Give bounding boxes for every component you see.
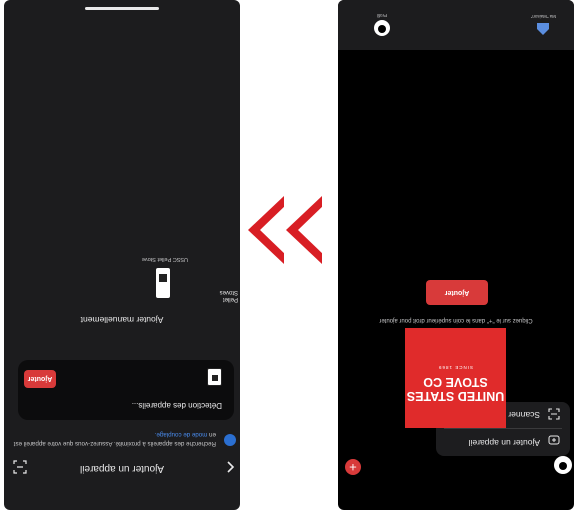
product-name[interactable]: USSC Pellet Stove <box>142 256 188 262</box>
detection-title: Détection des appareils... <box>131 401 222 410</box>
manual-add-title: Ajouter manuellement <box>80 315 164 325</box>
tab-label: Profil <box>376 13 387 18</box>
tab-bar: Ma "Maison" Profil <box>338 0 574 50</box>
plus-icon[interactable]: + <box>345 459 361 475</box>
brand-logo-line2: STOVE CO <box>423 375 488 389</box>
left-screen-content: Ajouter un appareil Recherche des appare… <box>4 0 240 510</box>
pairing-mode-link[interactable]: mode de couplage. <box>155 431 208 438</box>
info-icon <box>224 434 236 446</box>
arrow-left-icon-1 <box>248 196 287 264</box>
avatar-dot <box>559 462 567 470</box>
tab-label: Ma "Maison" <box>530 14 556 19</box>
stove-window <box>159 274 167 282</box>
page-title: Ajouter un appareil <box>80 463 164 474</box>
arrow-inner <box>298 204 325 256</box>
brand-logo-line1: UNITED STATES <box>406 389 505 403</box>
add-button[interactable]: Ajouter <box>24 370 56 388</box>
arrow-inner <box>260 204 287 256</box>
menu-item-label: Ajouter un appareil <box>468 438 540 448</box>
right-screen-content: + Ajouter un appareil Scanner le QR code… <box>338 0 574 510</box>
brand-logo: UNITED STATES STOVE CO SINCE 1869 <box>405 328 506 428</box>
profile-icon-dot <box>378 25 386 33</box>
tab-profile[interactable]: Profil <box>374 10 434 50</box>
left-phone-screen: Ajouter un appareil Recherche des appare… <box>4 0 240 510</box>
pellet-stove-product-icon[interactable] <box>156 268 170 298</box>
info-text: Recherche des appareils à proximité. Ass… <box>13 431 216 447</box>
menu-item-add-device[interactable]: Ajouter un appareil <box>436 429 570 456</box>
home-icon <box>535 21 551 37</box>
category-label[interactable]: Pellet Stoves <box>206 288 238 302</box>
right-phone-screen: + Ajouter un appareil Scanner le QR code… <box>338 0 574 510</box>
profile-avatar-icon[interactable] <box>554 456 572 474</box>
add-device-icon <box>548 435 560 448</box>
brand-logo-since: SINCE 1869 <box>438 365 474 370</box>
arrow-left-icon-2 <box>286 196 325 264</box>
device-icon <box>207 368 222 386</box>
scan-icon <box>548 408 560 421</box>
scan-icon[interactable] <box>13 460 27 474</box>
home-indicator <box>85 7 159 10</box>
tab-home[interactable]: Ma "Maison" <box>500 10 560 50</box>
profile-icon <box>374 20 390 36</box>
hint-text: Cliquez sur le "+" dans le coin supérieu… <box>379 317 533 323</box>
detection-card: Détection des appareils... Ajouter <box>18 360 234 420</box>
add-button[interactable]: Ajouter <box>426 280 488 305</box>
